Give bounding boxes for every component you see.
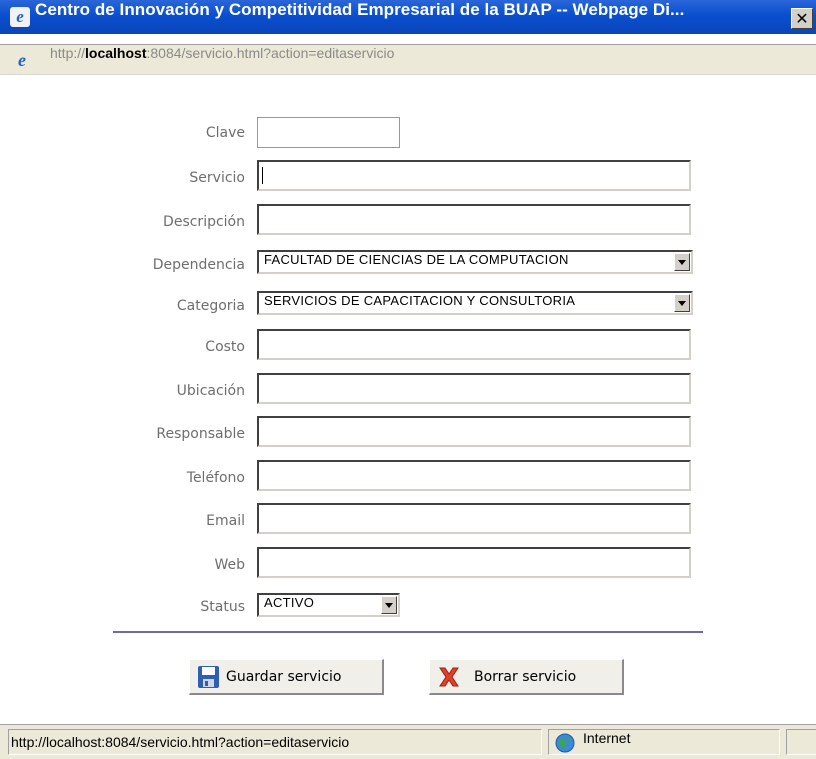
floppy-disk-icon	[198, 666, 219, 688]
close-button[interactable]: ✕	[791, 8, 813, 29]
window-titlebar: e Centro de Innovación y Competitividad …	[0, 0, 816, 34]
delete-button-label: Borrar servicio	[474, 669, 577, 685]
web-label: Web	[214, 557, 245, 573]
chevron-down-icon[interactable]	[674, 253, 690, 271]
save-button[interactable]: Guardar servicio	[189, 659, 384, 695]
email-label: Email	[206, 513, 245, 529]
servicio-label: Servicio	[189, 170, 245, 186]
dependencia-select[interactable]: FACULTAD DE CIENCIAS DE LA COMPUTACION	[257, 250, 693, 274]
status-pane	[786, 729, 816, 755]
descripcion-label: Descripción	[163, 214, 245, 230]
categoria-select[interactable]: SERVICIOS DE CAPACITACION Y CONSULTORIA	[257, 291, 693, 315]
costo-input[interactable]	[257, 329, 691, 360]
address-bar: e http://localhost:8084/servicio.html?ac…	[0, 44, 816, 75]
delete-button[interactable]: Borrar servicio	[429, 659, 624, 695]
security-zone[interactable]: Internet	[548, 729, 780, 755]
ie-page-icon: e	[18, 50, 26, 70]
form-divider	[113, 631, 703, 633]
status-label: Status	[200, 599, 245, 615]
ubicacion-input[interactable]	[257, 373, 691, 404]
status-value: ACTIVO	[264, 595, 315, 610]
url-rest: :8084/servicio.html?action=editaservicio	[146, 45, 395, 61]
web-input[interactable]	[257, 547, 691, 578]
descripcion-input[interactable]	[257, 204, 691, 235]
telefono-input[interactable]	[257, 460, 691, 491]
status-select[interactable]: ACTIVO	[257, 593, 400, 617]
dependencia-label: Dependencia	[152, 257, 245, 273]
url-prefix: http://	[50, 45, 86, 61]
chevron-down-icon[interactable]	[381, 596, 397, 614]
servicio-input[interactable]	[257, 160, 691, 191]
zone-label: Internet	[583, 730, 631, 746]
red-x-icon	[439, 667, 459, 687]
email-input[interactable]	[257, 503, 691, 534]
text-caret	[262, 167, 263, 184]
telefono-label: Teléfono	[186, 470, 245, 486]
save-button-label: Guardar servicio	[226, 669, 342, 685]
url-host: localhost	[85, 45, 147, 61]
globe-icon	[555, 733, 575, 753]
ubicacion-label: Ubicación	[176, 383, 245, 399]
responsable-input[interactable]	[257, 416, 691, 447]
chevron-down-icon[interactable]	[674, 294, 690, 312]
status-bar: http://localhost:8084/servicio.html?acti…	[0, 724, 816, 759]
address-url[interactable]: http://localhost:8084/servicio.html?acti…	[50, 45, 394, 61]
clave-input[interactable]	[257, 117, 400, 148]
categoria-value: SERVICIOS DE CAPACITACION Y CONSULTORIA	[264, 293, 576, 308]
ie-icon: e	[10, 7, 30, 27]
clave-label: Clave	[205, 125, 245, 141]
close-icon: ✕	[795, 9, 809, 28]
dependencia-value: FACULTAD DE CIENCIAS DE LA COMPUTACION	[264, 252, 569, 267]
window-title: Centro de Innovación y Competitividad Em…	[35, 0, 685, 19]
categoria-label: Categoria	[176, 298, 245, 314]
costo-label: Costo	[205, 339, 245, 355]
responsable-label: Responsable	[156, 426, 245, 442]
status-text: http://localhost:8084/servicio.html?acti…	[8, 729, 542, 755]
